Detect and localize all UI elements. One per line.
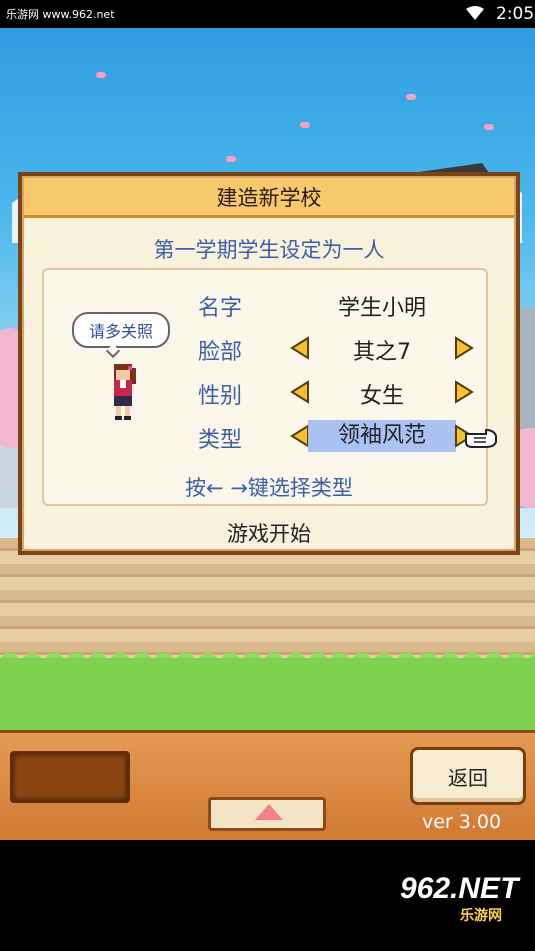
type-prev-arrow-icon[interactable] <box>290 424 310 448</box>
pointing-hand-cursor-icon <box>465 428 497 448</box>
start-game-button[interactable]: 游戏开始 <box>182 516 356 550</box>
gender-next-arrow-icon[interactable] <box>454 380 474 404</box>
new-school-dialog: 建造新学校 第一学期学生设定为一人 请多关照 名字 学生小明 脸部 其之7 性别… <box>18 172 520 555</box>
watermark-logo-subtext: 乐游网 <box>460 908 502 924</box>
status-bar: 乐游网 www.962.net 2:05 <box>0 0 535 28</box>
field-value-name[interactable]: 学生小明 <box>308 290 456 322</box>
grass-field <box>0 658 535 730</box>
petal-decoration <box>300 122 310 128</box>
clock: 2:05 <box>496 4 535 24</box>
wifi-icon <box>466 6 484 20</box>
field-label-name: 名字 <box>198 296 243 321</box>
dialog-title: 建造新学校 <box>24 178 514 218</box>
type-select-hint: 按← →键选择类型 <box>185 476 353 500</box>
empty-slot <box>10 751 130 803</box>
watermark-logo-text: 962.NET <box>400 872 519 905</box>
petal-decoration <box>484 124 494 130</box>
dialog-subtitle: 第一学期学生设定为一人 <box>153 238 385 262</box>
back-button[interactable]: 返回 <box>410 747 526 805</box>
field-label-type: 类型 <box>198 428 243 453</box>
petal-decoration <box>226 156 236 162</box>
face-prev-arrow-icon[interactable] <box>290 336 310 360</box>
speech-bubble: 请多关照 <box>72 312 170 348</box>
field-value-face: 其之7 <box>353 340 411 365</box>
field-value-type: 领袖风范 <box>308 420 456 452</box>
up-arrow-icon <box>255 804 283 820</box>
field-value-gender: 女生 <box>359 384 404 409</box>
petal-decoration <box>406 94 416 100</box>
petal-decoration <box>96 72 106 78</box>
expand-menu-button[interactable] <box>208 797 326 831</box>
watermark-top-text: 乐游网 www.962.net <box>4 6 117 22</box>
gender-prev-arrow-icon[interactable] <box>290 380 310 404</box>
version-label: ver 3.00 <box>422 811 502 833</box>
game-screen: 建造新学校 第一学期学生设定为一人 请多关照 名字 学生小明 脸部 其之7 性别… <box>0 28 535 840</box>
bottom-menu-panel: 返回 ver 3.00 <box>0 730 535 840</box>
face-next-arrow-icon[interactable] <box>454 336 474 360</box>
field-label-face: 脸部 <box>198 340 243 365</box>
field-label-gender: 性别 <box>198 384 243 409</box>
student-avatar <box>114 364 136 420</box>
